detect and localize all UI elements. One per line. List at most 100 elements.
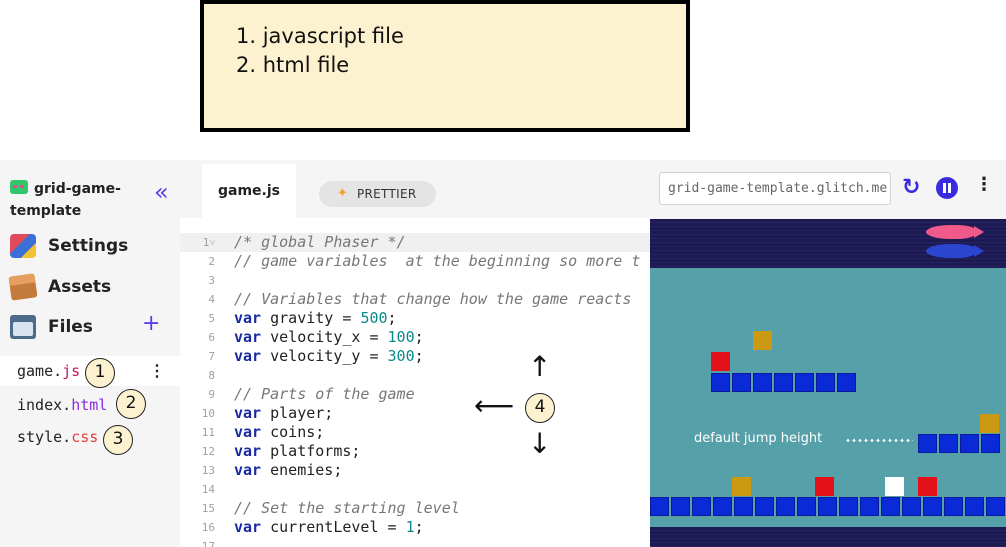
preview-url-field[interactable]: grid-game-template.glitch.me: [659, 172, 891, 205]
sidebar-item-label: Settings: [48, 236, 129, 256]
sidebar-item-assets[interactable]: Assets: [8, 273, 180, 301]
pause-icon[interactable]: [936, 177, 958, 199]
assets-icon: [8, 273, 38, 301]
ground-block: [713, 497, 732, 516]
line-number: 12: [201, 445, 215, 458]
file-basename: index.: [17, 396, 72, 414]
line-number: 6: [208, 331, 215, 344]
instruction-list: 1. javascript file 2. html file: [204, 4, 686, 80]
preview-options-icon[interactable]: ⋮: [975, 174, 993, 195]
coin-block: [980, 414, 999, 433]
tab-game-js[interactable]: game.js: [202, 164, 296, 218]
platform-block: [918, 434, 937, 453]
ground-block: [965, 497, 984, 516]
file-options-icon[interactable]: ⋮: [149, 356, 165, 386]
code-text: // game variables at the beginning so mo…: [234, 252, 641, 270]
code-area[interactable]: 1 /* global Phaser */ 2 // game variables …: [180, 233, 650, 547]
ground-block: [839, 497, 858, 516]
ground-block: [797, 497, 816, 516]
ground-block: [776, 497, 795, 516]
code-text: var player;: [234, 404, 334, 422]
annotation-badge-3: 3: [103, 425, 133, 455]
code-text: var coins;: [234, 423, 325, 441]
code-text: // Parts of the game: [234, 385, 415, 403]
code-editor: game.js ✦ PRETTIER 1 /* global Phaser */ …: [180, 160, 650, 547]
ground-block: [923, 497, 942, 516]
code-text: var velocity_x = 100;: [234, 328, 424, 346]
code-text: // Variables that change how the game re…: [234, 290, 632, 308]
file-extension: js: [62, 362, 81, 380]
settings-icon: [10, 234, 36, 258]
sidebar-item-label: Assets: [48, 277, 112, 297]
arrow-up-icon: ↑: [528, 350, 552, 383]
code-text: var platforms;: [234, 442, 361, 460]
file-basename: game.: [17, 362, 63, 380]
platform-block: [939, 434, 958, 453]
coin-block: [753, 331, 772, 350]
pink-fish-icon: [926, 225, 984, 239]
prettier-button[interactable]: ✦ PRETTIER: [319, 181, 436, 207]
line-number: 14: [201, 483, 215, 496]
code-text: var velocity_y = 300;: [234, 347, 424, 365]
ground-block: [734, 497, 753, 516]
code-text: var enemies;: [234, 461, 343, 479]
code-line[interactable]: 11 var coins;: [180, 423, 650, 442]
line-number: 9: [208, 388, 215, 401]
code-line[interactable]: 7 var velocity_y = 300;: [180, 347, 650, 366]
sidebar-item-settings[interactable]: Settings: [10, 232, 180, 260]
enemy-block: [815, 477, 834, 496]
annotation-badge-4: 4: [525, 393, 555, 423]
code-line[interactable]: 13 var enemies;: [180, 461, 650, 480]
platform-block: [732, 373, 751, 392]
code-line[interactable]: 6 var velocity_x = 100;: [180, 328, 650, 347]
platform-block: [816, 373, 835, 392]
ground-block: [650, 497, 669, 516]
ground-block: [944, 497, 963, 516]
code-line[interactable]: 10 var player;: [180, 404, 650, 423]
file-item-index-html[interactable]: index.html: [0, 390, 180, 420]
arrow-left-icon: ⟵: [474, 389, 515, 422]
code-line[interactable]: 17: [180, 537, 650, 547]
code-text: var gravity = 500;: [234, 309, 397, 327]
player-block: [885, 477, 904, 496]
code-line[interactable]: 8: [180, 366, 650, 385]
refresh-icon[interactable]: ↻: [902, 176, 920, 200]
code-line[interactable]: 16 var currentLevel = 1;: [180, 518, 650, 537]
line-number: 5: [208, 312, 215, 325]
app-preview: grid-game-template.glitch.me ↻ ⋮ default…: [650, 160, 1006, 547]
project-name[interactable]: grid-game-template: [10, 178, 140, 222]
code-line[interactable]: 3: [180, 271, 650, 290]
add-file-button[interactable]: +: [142, 313, 160, 335]
enemy-block: [918, 477, 937, 496]
code-line[interactable]: 1 /* global Phaser */: [180, 233, 650, 252]
line-number: 2: [208, 255, 215, 268]
code-text: var currentLevel = 1;: [234, 518, 424, 536]
coin-block: [732, 477, 751, 496]
code-line[interactable]: 4 // Variables that change how the game r…: [180, 290, 650, 309]
instruction-item-2: 2. html file: [236, 53, 350, 77]
file-extension: css: [71, 428, 99, 446]
project-logo-icon: [10, 180, 28, 194]
code-line[interactable]: 9 // Parts of the game: [180, 385, 650, 404]
ground-block: [986, 497, 1005, 516]
collapse-sidebar-icon[interactable]: «: [154, 180, 169, 204]
line-number: 10: [201, 407, 215, 420]
annotation-badge-2: 2: [116, 389, 146, 419]
arrow-down-icon: ↓: [528, 427, 552, 460]
file-extension: html: [71, 396, 108, 414]
file-item-style-css[interactable]: style.css: [0, 422, 180, 452]
prettier-label: PRETTIER: [357, 187, 417, 201]
ground-block: [860, 497, 879, 516]
code-text: // Set the starting level: [234, 499, 460, 517]
code-line[interactable]: 12 var platforms;: [180, 442, 650, 461]
ground-block: [902, 497, 921, 516]
code-line[interactable]: 15 // Set the starting level: [180, 499, 650, 518]
annotation-badge-1: 1: [85, 358, 115, 388]
code-line[interactable]: 2 // game variables at the beginning so m…: [180, 252, 650, 271]
line-number: 1: [180, 233, 215, 253]
line-number: 17: [201, 540, 215, 547]
instruction-note: 1. javascript file 2. html file: [200, 0, 690, 132]
game-canvas[interactable]: default jump height: [650, 219, 1006, 547]
code-line[interactable]: 5 var gravity = 500;: [180, 309, 650, 328]
code-line[interactable]: 14: [180, 480, 650, 499]
